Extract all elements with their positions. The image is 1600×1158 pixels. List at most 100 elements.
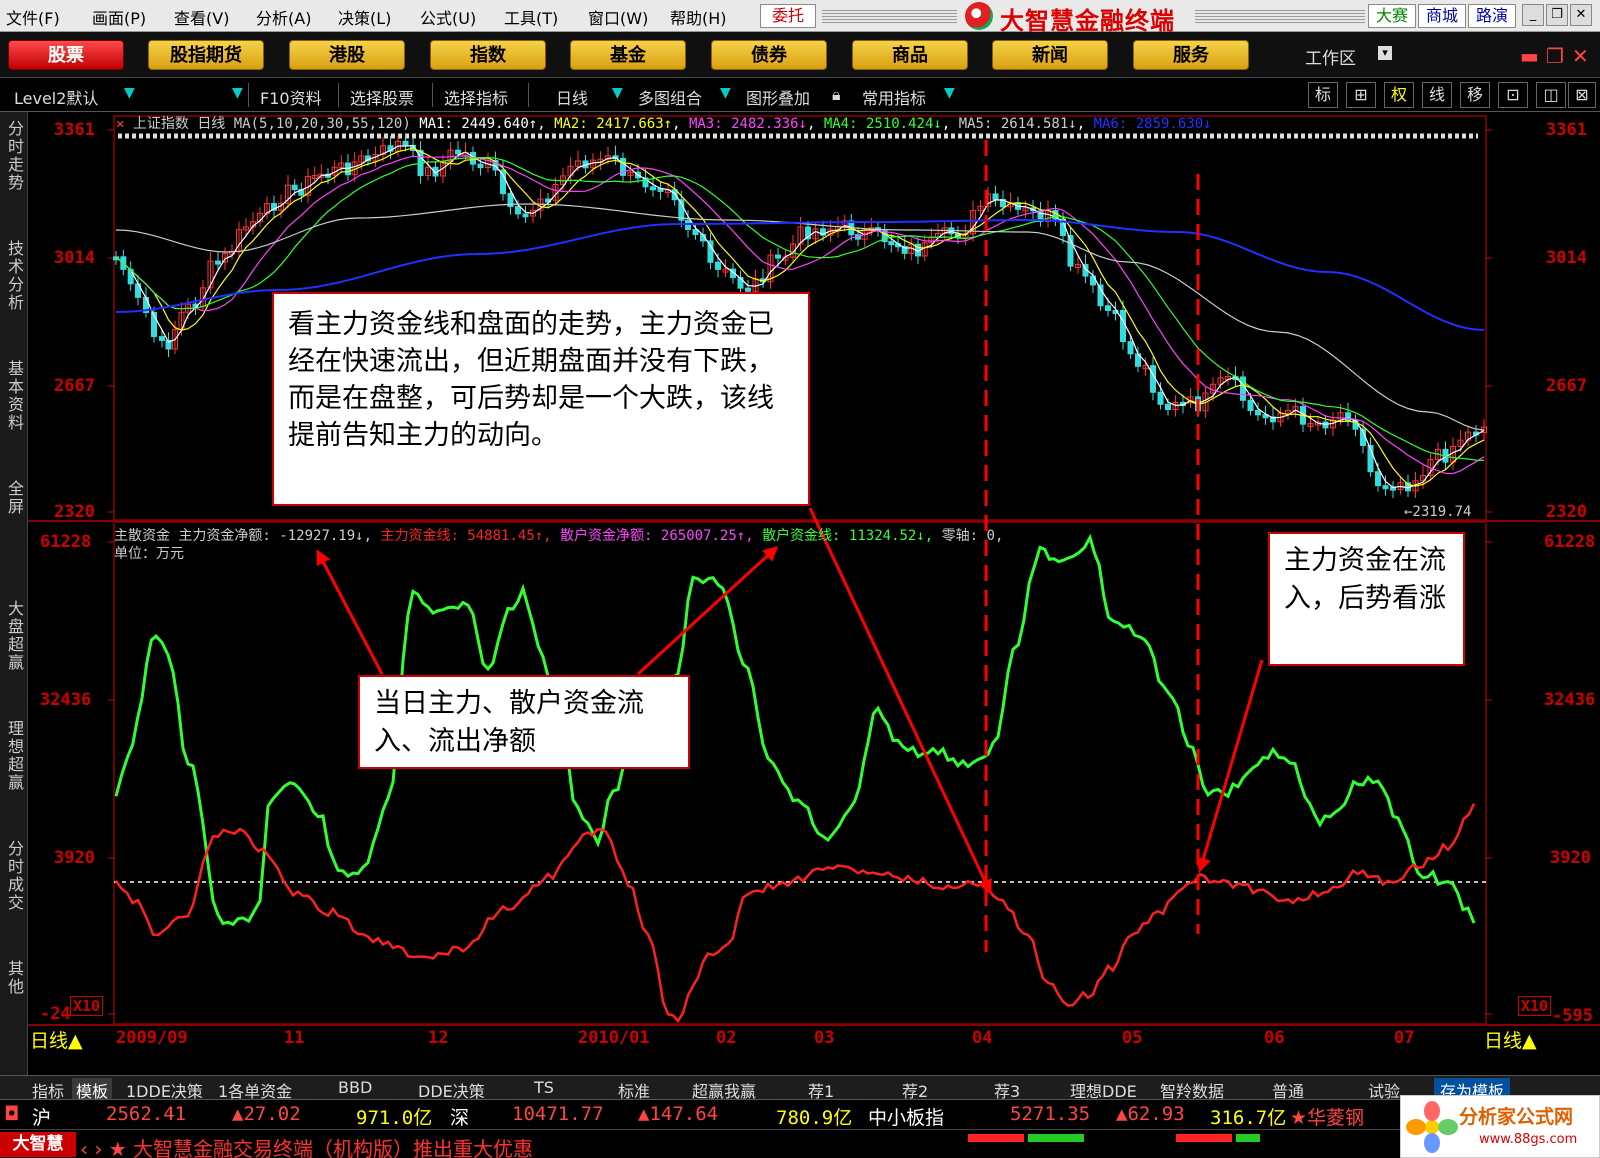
menu-decision[interactable]: 决策(L)	[338, 5, 391, 29]
sz-label[interactable]: 深	[450, 1103, 469, 1130]
overlay-button[interactable]: 图形叠加	[746, 85, 810, 109]
workspace-label[interactable]: 工作区	[1305, 44, 1356, 69]
x-label-2009-09: 2009/09	[116, 1028, 188, 1048]
sidebar-other[interactable]: 其他	[2, 960, 24, 996]
roadshow-link[interactable]: 路演	[1468, 4, 1516, 28]
sidebar-ideal-super[interactable]: 理想超赢	[2, 720, 24, 792]
move-button[interactable]: 移	[1460, 82, 1490, 108]
brand-badge[interactable]: 大智慧	[0, 1132, 76, 1157]
x10-left-badge[interactable]: X10	[70, 996, 104, 1016]
crosshair-icon[interactable]: ⊞	[1346, 82, 1376, 108]
split-icon[interactable]: ◫	[1536, 82, 1566, 108]
menu-view[interactable]: 查看(V)	[174, 5, 229, 29]
tab-funds[interactable]: 基金	[570, 40, 686, 70]
rights-button[interactable]: 权	[1384, 82, 1414, 108]
tab-index-futures[interactable]: 股指期货	[148, 40, 264, 70]
mark-button[interactable]: 标	[1308, 82, 1338, 108]
flow-y-left-3: 3920	[54, 848, 95, 868]
contest-link[interactable]: 大赛	[1368, 4, 1416, 28]
sz-change: ▲147.64	[638, 1103, 719, 1125]
x10-right-badge[interactable]: X10	[1518, 996, 1552, 1016]
ma2-value: MA2: 2417.663↑	[554, 116, 673, 132]
menu-file[interactable]: 文件(F)	[6, 5, 60, 29]
period-select[interactable]: 日线	[556, 85, 588, 109]
tab-commodities[interactable]: 商品	[852, 40, 968, 70]
x-label-04: 04	[972, 1028, 993, 1048]
menu-analysis[interactable]: 分析(A)	[256, 5, 311, 29]
main-net-value: 主力资金净额: -12927.19↓,	[178, 528, 373, 544]
menu-tools[interactable]: 工具(T)	[504, 5, 558, 29]
candle-body	[1247, 399, 1254, 411]
category-tab-row: 股票 股指期货 港股 指数 基金 债券 商品 新闻 服务 工作区 ▾ ▬ ❐ ✕	[0, 32, 1600, 78]
layout-select[interactable]: Level2默认	[14, 85, 98, 109]
select-indicator-button[interactable]: 选择指标	[444, 85, 508, 109]
sidebar-fundamentals[interactable]: 基本资料	[2, 360, 24, 432]
close-panel-icon[interactable]: ⊠	[1568, 82, 1596, 108]
tab-services[interactable]: 服务	[1133, 40, 1249, 70]
candle-body	[1345, 412, 1351, 421]
menu-window[interactable]: 窗口(W)	[588, 5, 648, 29]
status-indicator-red	[968, 1134, 1024, 1142]
sme-change: ▲62.93	[1116, 1103, 1185, 1125]
tab-bonds[interactable]: 债券	[711, 40, 827, 70]
sidebar-market-super[interactable]: 大盘超赢	[2, 600, 24, 672]
tab-hk-stocks[interactable]: 港股	[289, 40, 405, 70]
minimize-icon-2[interactable]: ▬	[1520, 44, 1539, 68]
sidebar-fullscreen[interactable]: 全屏	[2, 480, 24, 516]
subtab-ts[interactable]: TS	[534, 1078, 554, 1097]
restore-icon-2[interactable]: ❐	[1546, 44, 1564, 68]
ticker-stock-name[interactable]: ★华菱钢	[1290, 1103, 1364, 1130]
app-title: 大智慧金融终端	[1000, 6, 1175, 35]
promo-text[interactable]: ‹ › ★ 大智慧金融交易终端（机构版）推出重大优惠	[80, 1133, 533, 1158]
ticker-flag-icon: ◘	[6, 1103, 18, 1125]
flow-y-right-3: 3920	[1550, 848, 1591, 868]
arrow-to-outflow-point	[808, 507, 992, 895]
restore-icon[interactable]: ❐	[1546, 4, 1568, 26]
candle-body	[515, 206, 521, 215]
dropdown-icon[interactable]: ▼	[232, 85, 243, 101]
lock-icon[interactable]: 🔒︎	[832, 85, 841, 105]
candle-body	[455, 149, 461, 155]
minimize-icon[interactable]: _	[1522, 4, 1544, 26]
tab-news[interactable]: 新闻	[992, 40, 1108, 70]
f10-button[interactable]: F10资料	[260, 85, 322, 109]
menu-formula[interactable]: 公式(U)	[420, 5, 476, 29]
menu-help[interactable]: 帮助(H)	[670, 5, 727, 29]
menu-screen[interactable]: 画面(P)	[92, 5, 146, 29]
layout-dropdown-icon[interactable]: ▼	[124, 85, 135, 101]
period-label: 日线	[197, 116, 226, 132]
unit-label: 单位：万元	[114, 546, 184, 562]
close-icon-2[interactable]: ✕	[1572, 44, 1589, 68]
period-dropdown-icon[interactable]: ▼	[612, 85, 623, 101]
tab-indices[interactable]: 指数	[430, 40, 546, 70]
sh-label[interactable]: 沪	[32, 1103, 51, 1130]
close-marker-icon[interactable]: ✕	[116, 116, 124, 132]
multi-chart-button[interactable]: 多图组合	[638, 85, 702, 109]
status-indicator-green	[1028, 1134, 1084, 1142]
sidebar-intraday-trades[interactable]: 分时成交	[2, 840, 24, 912]
line-button[interactable]: 线	[1422, 82, 1452, 108]
tab-stocks[interactable]: 股票	[8, 40, 124, 70]
sme-label[interactable]: 中小板指	[868, 1103, 944, 1130]
candle-body	[1382, 485, 1389, 490]
low-price-label: ←2319.74	[1404, 504, 1472, 520]
subtab-bbd[interactable]: BBD	[338, 1078, 372, 1097]
select-stock-button[interactable]: 选择股票	[350, 85, 414, 109]
candle-body	[477, 163, 484, 169]
workspace-checkbox-icon[interactable]: ▾	[1378, 46, 1392, 60]
candle-body	[775, 254, 781, 259]
window-icon[interactable]: ⊡	[1498, 82, 1528, 108]
indicators-dropdown-icon[interactable]: ▼	[944, 85, 955, 101]
mall-link[interactable]: 商城	[1418, 4, 1466, 28]
x-label-11: 11	[284, 1028, 305, 1048]
weituo-button[interactable]: 委托	[760, 4, 816, 28]
close-icon[interactable]: ✕	[1570, 4, 1592, 26]
candle-body	[1120, 309, 1126, 343]
sidebar-intraday[interactable]: 分时走势	[2, 120, 24, 192]
chart-area[interactable]: ✕ 上证指数 日线 MA(5,10,20,30,55,120) MA1: 244…	[28, 112, 1600, 1055]
arrow-to-main-net	[316, 549, 384, 675]
watermark-url: www.88gs.com	[1479, 1132, 1578, 1147]
common-indicators-button[interactable]: 常用指标	[862, 85, 926, 109]
multi-chart-dropdown-icon[interactable]: ▼	[720, 85, 731, 101]
sidebar-technical[interactable]: 技术分析	[2, 240, 24, 312]
